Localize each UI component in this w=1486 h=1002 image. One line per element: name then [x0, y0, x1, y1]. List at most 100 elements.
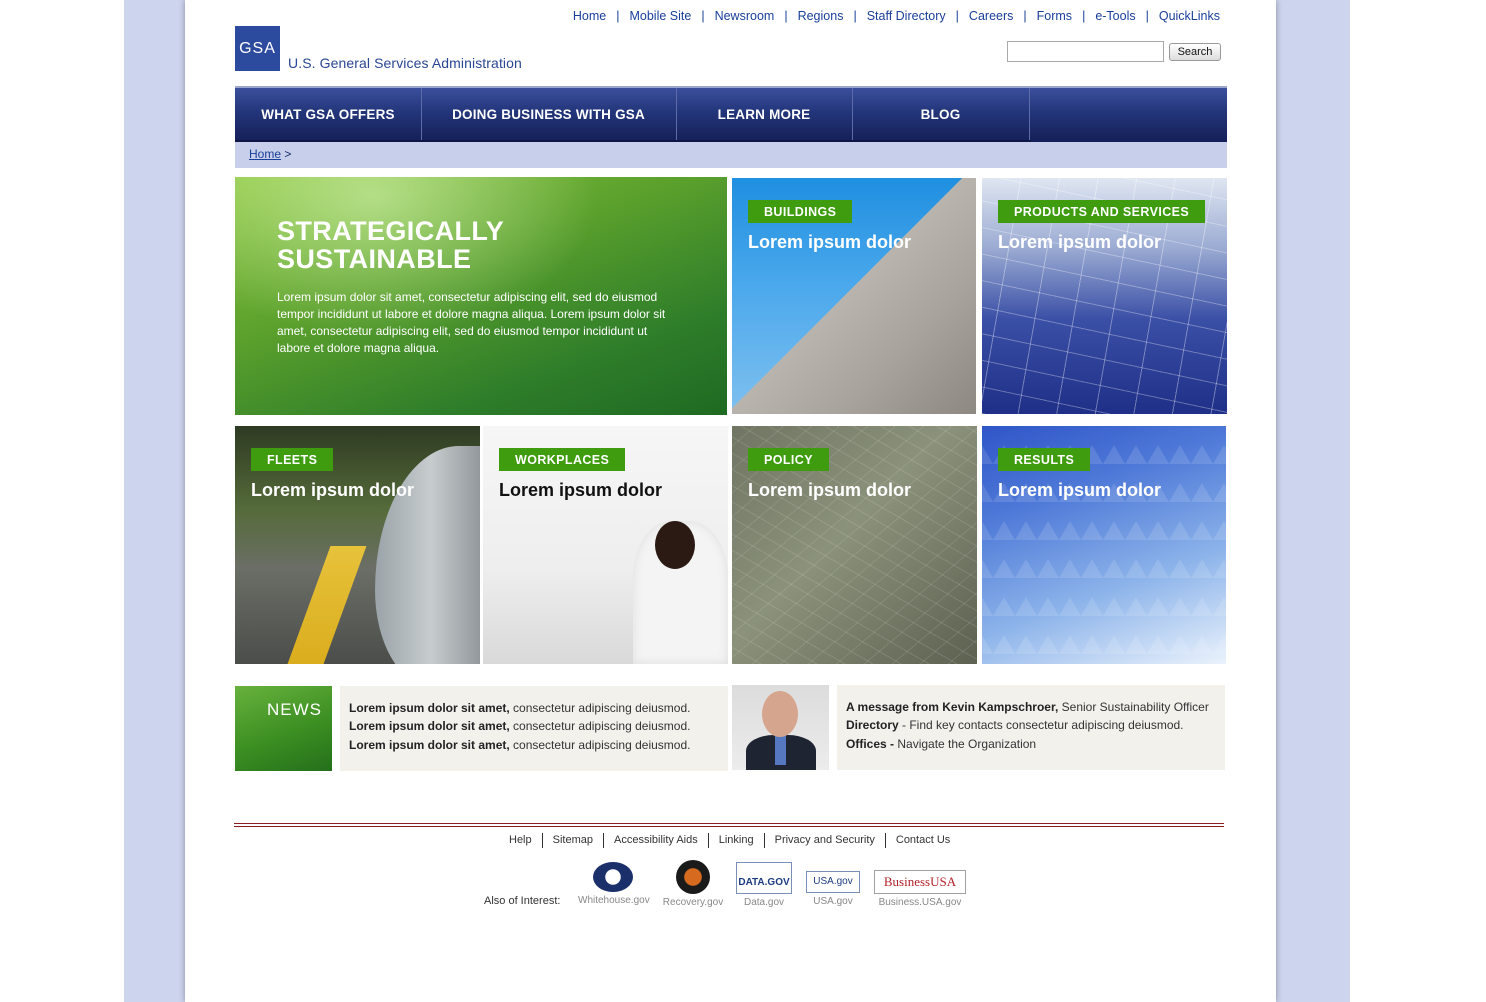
tile-title: Lorem ipsum dolor — [998, 480, 1162, 500]
tile-results[interactable]: RESULTS Lorem ipsum dolor — [982, 426, 1226, 664]
portrait-tie — [775, 735, 786, 765]
datagov-link[interactable]: DATA.GOV Data.gov — [729, 862, 799, 908]
utility-link-home[interactable]: Home — [573, 9, 606, 23]
footer-link-linking[interactable]: Linking — [709, 833, 765, 848]
news-item-text: consectetur adipiscing deiusmod. — [509, 719, 691, 733]
footer-link-accessibility[interactable]: Accessibility Aids — [604, 833, 709, 848]
tile-title: Lorem ipsum dolor — [748, 480, 912, 500]
businessusa-badge-icon: BusinessUSA — [874, 870, 966, 894]
agency-name[interactable]: U.S. General Services Administration — [288, 55, 522, 71]
offices-text: Navigate the Organization — [894, 737, 1037, 751]
usagov-badge-icon: USA.gov — [806, 871, 860, 893]
tile-title: Lorem ipsum dolor — [748, 232, 912, 252]
hero-feature[interactable]: STRATEGICALLY SUSTAINABLE Lorem ipsum do… — [235, 177, 727, 415]
message-box: A message from Kevin Kampschroer, Senior… — [837, 685, 1225, 770]
recovery-label: Recovery.gov — [662, 897, 724, 908]
hero-title-line-2: SUSTAINABLE — [277, 244, 472, 274]
breadcrumb-home-link[interactable]: Home — [249, 147, 281, 161]
utility-link-forms[interactable]: Forms — [1037, 9, 1072, 23]
utility-separator: | — [853, 9, 857, 23]
datagov-label: Data.gov — [743, 897, 785, 908]
hero-title: STRATEGICALLY SUSTAINABLE — [277, 217, 504, 273]
search-button[interactable]: Search — [1169, 43, 1221, 61]
utility-link-mobile-site[interactable]: Mobile Site — [629, 9, 691, 23]
footer-link-sitemap[interactable]: Sitemap — [543, 833, 604, 848]
tile-buildings[interactable]: BUILDINGS Lorem ipsum dolor — [732, 178, 976, 414]
nav-learn-more[interactable]: LEARN MORE — [676, 88, 853, 140]
footer-link-privacy[interactable]: Privacy and Security — [765, 833, 886, 848]
news-item[interactable]: Lorem ipsum dolor sit amet, consectetur … — [349, 701, 690, 715]
news-item[interactable]: Lorem ipsum dolor sit amet, consectetur … — [349, 719, 690, 733]
breadcrumb-separator: > — [284, 147, 292, 161]
whitehouse-link[interactable]: Whitehouse.gov — [578, 862, 650, 906]
tile-products-and-services[interactable]: PRODUCTS AND SERVICES Lorem ipsum dolor — [982, 178, 1227, 414]
news-item-bold: Lorem ipsum dolor sit amet, — [349, 701, 510, 715]
usagov-label: USA.gov — [813, 896, 853, 907]
car-image — [375, 446, 480, 664]
gsa-logo[interactable]: GSA — [235, 26, 280, 71]
news-item-text: consectetur adipiscing deiusmod. — [509, 701, 691, 715]
utility-separator: | — [1145, 9, 1149, 23]
news-item-bold: Lorem ipsum dolor sit amet, — [349, 738, 510, 752]
news-item-text: consectetur adipiscing deiusmod. — [509, 738, 691, 752]
news-label: NEWS — [267, 700, 322, 719]
tile-title: Lorem ipsum dolor — [499, 480, 663, 500]
offices-bold: Offices - — [846, 737, 895, 751]
footer-link-contact[interactable]: Contact Us — [886, 833, 960, 848]
nav-what-gsa-offers[interactable]: WHAT GSA OFFERS — [235, 88, 422, 140]
tile-title: Lorem ipsum dolor — [251, 480, 415, 500]
news-item-bold: Lorem ipsum dolor sit amet, — [349, 719, 510, 733]
directory-line[interactable]: Directory - Find key contacts consectetu… — [846, 718, 1184, 732]
tile-tag: BUILDINGS — [748, 200, 853, 223]
breadcrumb: Home > — [235, 142, 1227, 168]
page-container: Home | Mobile Site | Newsroom | Regions … — [185, 0, 1276, 1002]
news-list: Lorem ipsum dolor sit amet, consectetur … — [340, 686, 728, 771]
search-input[interactable] — [1007, 41, 1164, 62]
news-label-box[interactable]: NEWS — [235, 686, 332, 771]
message-text: Senior Sustainability Officer — [1058, 700, 1209, 714]
utility-separator: | — [1023, 9, 1027, 23]
tile-tag: PRODUCTS AND SERVICES — [998, 200, 1206, 223]
nav-blog[interactable]: BLOG — [852, 88, 1030, 140]
businessusa-label: Business.USA.gov — [878, 897, 962, 908]
utility-nav: Home | Mobile Site | Newsroom | Regions … — [573, 9, 1220, 23]
businessusa-link[interactable]: BusinessUSA Business.USA.gov — [870, 862, 970, 908]
recovery-link[interactable]: Recovery.gov — [658, 860, 728, 908]
utility-separator: | — [1082, 9, 1086, 23]
directory-bold: Directory — [846, 718, 899, 732]
page-background-right — [1276, 0, 1350, 1002]
tile-title: Lorem ipsum dolor — [998, 232, 1162, 252]
tile-workplaces[interactable]: WORKPLACES Lorem ipsum dolor — [483, 426, 728, 664]
utility-link-careers[interactable]: Careers — [969, 9, 1013, 23]
footer-divider — [234, 823, 1224, 824]
utility-link-regions[interactable]: Regions — [798, 9, 844, 23]
footer-link-help[interactable]: Help — [499, 833, 543, 848]
hero-text: Lorem ipsum dolor sit amet, consectetur … — [277, 290, 666, 355]
tile-fleets[interactable]: FLEETS Lorem ipsum dolor — [235, 426, 480, 664]
whitehouse-seal-icon — [593, 862, 633, 892]
directory-text: - Find key contacts consectetur adipisci… — [898, 718, 1184, 732]
footer-links: Help Sitemap Accessibility Aids Linking … — [499, 833, 960, 848]
offices-line[interactable]: Offices - Navigate the Organization — [846, 737, 1036, 751]
hero-title-line-1: STRATEGICALLY — [277, 216, 505, 246]
person-hair-image — [655, 521, 695, 569]
utility-separator: | — [955, 9, 959, 23]
message-bold: A message from Kevin Kampschroer, — [846, 700, 1059, 714]
utility-link-e-tools[interactable]: e-Tools — [1095, 9, 1135, 23]
message-line[interactable]: A message from Kevin Kampschroer, Senior… — [846, 700, 1209, 714]
utility-separator: | — [701, 9, 705, 23]
footer-divider — [234, 826, 1224, 827]
utility-separator: | — [616, 9, 620, 23]
tile-tag: WORKPLACES — [499, 448, 626, 471]
utility-link-staff-directory[interactable]: Staff Directory — [867, 9, 946, 23]
nav-doing-business[interactable]: DOING BUSINESS WITH GSA — [421, 88, 677, 140]
utility-link-newsroom[interactable]: Newsroom — [715, 9, 775, 23]
datagov-badge-icon: DATA.GOV — [736, 862, 792, 894]
whitehouse-label: Whitehouse.gov — [578, 895, 650, 906]
road-line-image — [279, 546, 367, 664]
tile-policy[interactable]: POLICY Lorem ipsum dolor — [732, 426, 977, 664]
utility-link-quicklinks[interactable]: QuickLinks — [1159, 9, 1220, 23]
news-item[interactable]: Lorem ipsum dolor sit amet, consectetur … — [349, 738, 690, 752]
usagov-link[interactable]: USA.gov USA.gov — [798, 862, 868, 907]
page-background-left — [124, 0, 185, 1002]
